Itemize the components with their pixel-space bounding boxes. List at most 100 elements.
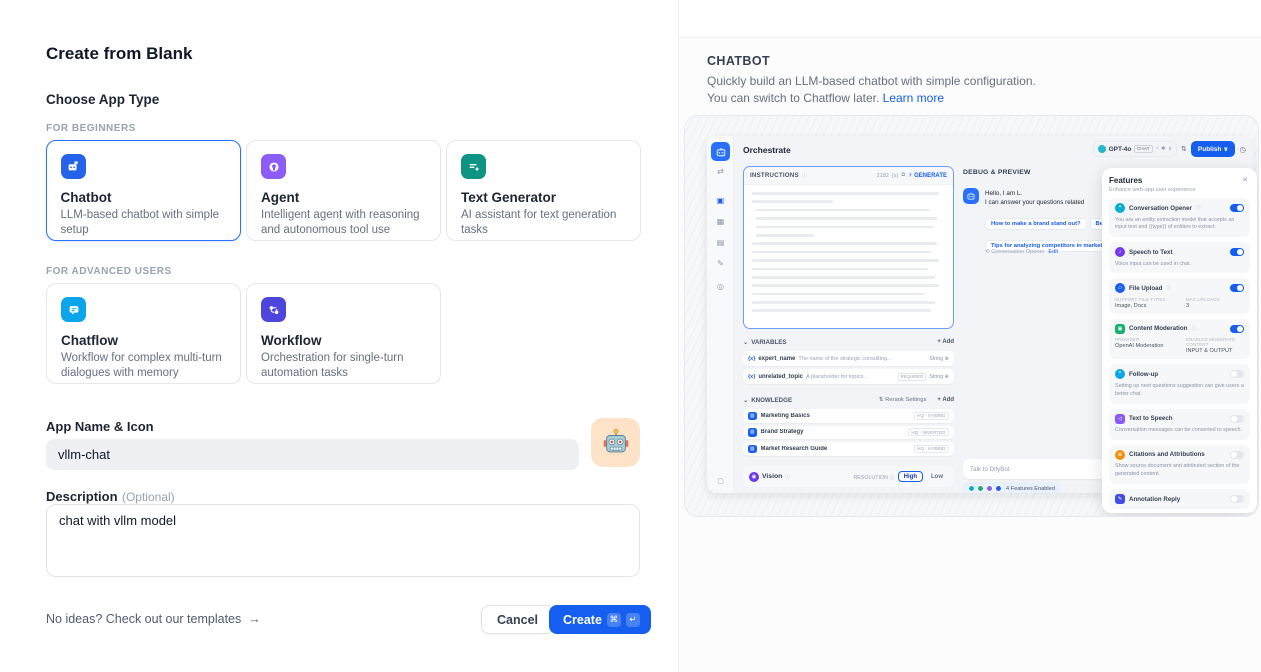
- mini-window-title: Orchestrate: [743, 145, 791, 155]
- feature-dot-icon: [995, 485, 1002, 492]
- microphone-icon: ♪: [1115, 247, 1125, 257]
- edit-link: Edit: [1048, 249, 1058, 255]
- bot-avatar: [963, 188, 979, 204]
- dataset-icon: ▥: [748, 412, 757, 421]
- app-type-card-chatbot[interactable]: Chatbot LLM-based chatbot with simple se…: [46, 140, 241, 241]
- info-icon: ⓘ: [802, 172, 807, 179]
- chevron-icon: ⌄: [743, 339, 748, 346]
- chatflow-icon: [61, 297, 86, 322]
- instructions-header: INSTRUCTIONS ⓘ 2182 {x} ⧉ ⚡ GENERATE: [744, 167, 953, 185]
- feature-annotation-reply: ✎ Annotation Reply: [1109, 489, 1250, 509]
- conversation-opener-icon: ❝: [1115, 203, 1125, 213]
- feature-dot-icon: [986, 485, 993, 492]
- info-icon: ⓘ: [1191, 326, 1196, 332]
- settings-icon: ✱: [1161, 146, 1166, 152]
- toggle-off: [1230, 495, 1244, 503]
- variable-icon: {x}: [748, 374, 755, 380]
- code-icon: {x}: [892, 173, 898, 179]
- knowledge-row: ▥ Brand Strategy HQ · INVERTED: [743, 426, 954, 440]
- knowledge-section: ⌄ KNOWLEDGE ⇅ Rerank Settings + Add ▥ Ma…: [743, 394, 954, 456]
- card-desc: AI assistant for text generation tasks: [461, 208, 626, 239]
- create-button-label: Create: [563, 613, 602, 627]
- preview-heading: CHATBOT: [707, 54, 770, 68]
- card-title: Text Generator: [461, 190, 626, 205]
- description-textarea[interactable]: chat with vllm model: [46, 504, 640, 577]
- description-optional-label: (Optional): [122, 490, 175, 504]
- publish-button: Publish ∨: [1191, 141, 1236, 157]
- card-desc: Orchestration for single-turn automation…: [261, 351, 426, 382]
- enter-key-icon: ↵: [626, 613, 640, 627]
- toggle-on: [1230, 248, 1244, 256]
- create-app-modal: Create from Blank Choose App Type FOR BE…: [0, 0, 678, 672]
- card-title: Workflow: [261, 333, 426, 348]
- toggle-on: [1230, 284, 1244, 292]
- knowledge-row: ▥ Market Research Guide HQ · HYBRID: [743, 442, 954, 456]
- app-type-card-text-generator[interactable]: Text Generator AI assistant for text gen…: [446, 140, 641, 241]
- shield-icon: ▣: [1115, 324, 1125, 334]
- app-name-input[interactable]: [46, 439, 579, 470]
- card-desc: Intelligent agent with reasoning and aut…: [261, 208, 426, 239]
- instructions-panel: INSTRUCTIONS ⓘ 2182 {x} ⧉ ⚡ GENERATE: [743, 166, 954, 329]
- prompt-skeleton-lines: [744, 185, 953, 325]
- mini-sidebar: [707, 136, 734, 493]
- resolution-low-chip: Low: [926, 472, 948, 481]
- app-name-label: App Name & Icon: [46, 419, 154, 434]
- card-desc: LLM-based chatbot with simple setup: [61, 208, 227, 239]
- app-type-preview-panel: CHATBOT Quickly build an LLM-based chatb…: [678, 0, 1261, 672]
- for-advanced-users-label: FOR ADVANCED USERS: [46, 266, 172, 277]
- feature-content-moderation: ▣ Content Moderation ⓘ PROVIDER OpenAI M…: [1109, 319, 1250, 360]
- cancel-button[interactable]: Cancel: [481, 605, 554, 634]
- feature-follow-up: ❞ Follow-up Setting up next questions su…: [1109, 364, 1250, 403]
- copy-icon: ⧉: [901, 172, 905, 179]
- knowledge-row: ▥ Marketing Basics HQ · HYBRID: [743, 409, 954, 423]
- preview-screenshot-frame: ⇄ ▣ ▦ ▤ ✎ ◎ ▢ Orchestrate GPT-4o CHAT ◔ …: [684, 115, 1259, 517]
- variable-row: {x} unrelated_topic A placeholder for to…: [743, 369, 954, 384]
- app-type-card-agent[interactable]: Agent Intelligent agent with reasoning a…: [246, 140, 441, 241]
- folder-icon: ▱: [1115, 283, 1125, 293]
- variable-icon: {x}: [748, 356, 755, 362]
- preview-panel-top-strip: [679, 0, 1261, 38]
- preview-description: Quickly build an LLM-based chatbot with …: [707, 73, 1057, 107]
- add-knowledge-button: + Add: [937, 397, 954, 403]
- app-icon-picker[interactable]: [591, 418, 640, 467]
- feature-dot-icon: [977, 485, 984, 492]
- feature-speech-to-text: ♪ Speech to Text Voice input can be used…: [1109, 242, 1250, 273]
- feature-dot-icon: [968, 485, 975, 492]
- settings-nav-icon: ◎: [707, 282, 734, 291]
- info-icon: ⓘ: [1166, 285, 1171, 291]
- collapse-icon: ▢: [707, 477, 734, 485]
- image-nav-icon: ▦: [707, 217, 734, 226]
- citation-icon: ❋: [1115, 450, 1125, 460]
- model-selector: GPT-4o CHAT ◔ ✱ ∨: [1093, 141, 1177, 157]
- add-variable-button: + Add: [937, 339, 954, 345]
- compare-icon: ⇅: [1181, 145, 1187, 153]
- arrow-right-icon: →: [248, 612, 261, 626]
- orchestrate-nav-icon: ▣: [707, 196, 734, 205]
- annotation-icon: ✎: [1115, 494, 1125, 504]
- card-title: Chatflow: [61, 333, 226, 348]
- logs-nav-icon: ▤: [707, 238, 734, 247]
- close-icon: ✕: [1242, 176, 1248, 184]
- chevron-down-icon: ∨: [1168, 146, 1172, 152]
- app-type-card-chatflow[interactable]: Chatflow Workflow for complex multi-turn…: [46, 283, 241, 384]
- conversation-opener-note: ⟲ Conversation OpenerEdit: [985, 249, 1058, 255]
- toggle-on: [1230, 325, 1244, 333]
- annotation-nav-icon: ✎: [707, 259, 734, 268]
- chat-input: Talk to DifyBot: [963, 459, 1119, 479]
- text-generator-icon: [461, 154, 486, 179]
- templates-link[interactable]: No ideas? Check out our templates →: [46, 612, 261, 626]
- toggle-off: [1230, 451, 1244, 459]
- history-icon: ◷: [1239, 145, 1246, 154]
- cmd-key-icon: ⌘: [607, 613, 621, 627]
- choose-app-type-label: Choose App Type: [46, 92, 159, 107]
- app-type-card-workflow[interactable]: Workflow Orchestration for single-turn a…: [246, 283, 441, 384]
- generate-button: ⚡ GENERATE: [908, 172, 947, 179]
- rerank-settings-button: ⇅ Rerank Settings: [879, 397, 927, 403]
- vision-row: ◉ Vision ⓘ RESOLUTION ⓘ High Low: [743, 466, 954, 487]
- create-button[interactable]: Create ⌘ ↵: [549, 605, 651, 634]
- resolution-high-chip: High: [898, 471, 923, 482]
- variables-section: ⌄ VARIABLES + Add {x} expert_name The na…: [743, 336, 954, 384]
- exchange-icon: ⇄: [707, 167, 734, 176]
- learn-more-link[interactable]: Learn more: [883, 91, 944, 105]
- mini-app-icon: [711, 142, 730, 161]
